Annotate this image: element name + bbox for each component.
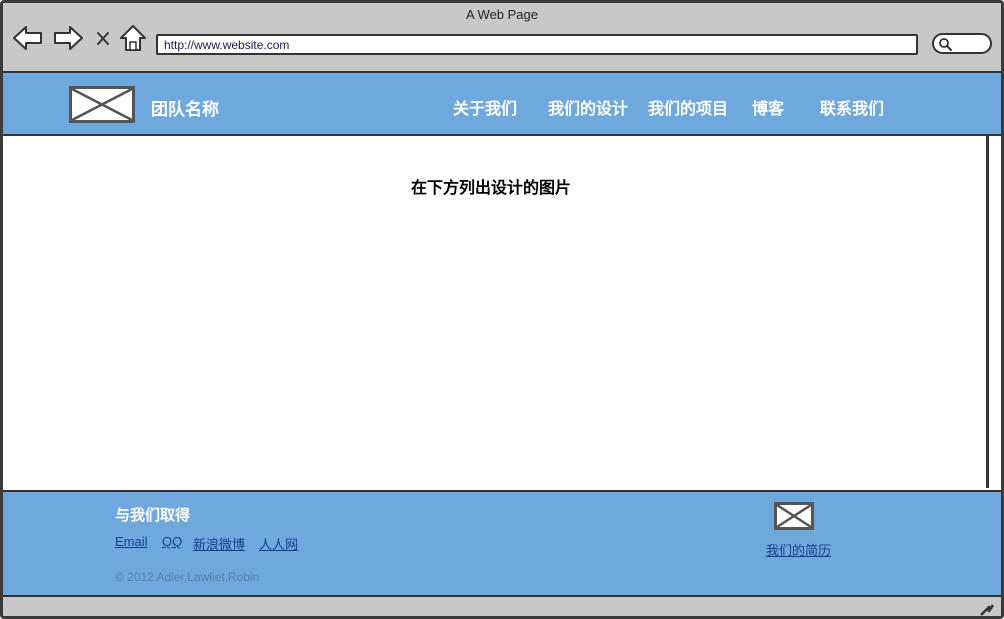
image-placeholder-icon (69, 86, 135, 123)
nav-designs[interactable]: 我们的设计 (548, 95, 628, 119)
logo-placeholder[interactable] (69, 86, 135, 123)
team-name[interactable]: 团队名称 (151, 95, 219, 120)
qq-link[interactable]: QQ (162, 534, 182, 549)
image-placeholder-icon (774, 502, 814, 530)
resize-grip-icon (980, 604, 995, 616)
search-box[interactable] (932, 33, 992, 54)
vertical-scrollbar[interactable] (986, 136, 1001, 488)
resume-link[interactable]: 我们的简历 (766, 540, 831, 559)
nav-projects[interactable]: 我们的项目 (648, 95, 728, 119)
close-icon (97, 32, 109, 45)
address-input[interactable] (164, 37, 904, 53)
address-bar (156, 34, 918, 55)
footer-heading: 与我们取得 (115, 506, 191, 524)
nav-blog[interactable]: 博客 (752, 95, 784, 119)
page-heading: 在下方列出设计的图片 (410, 178, 571, 197)
site-footer: 与我们取得 Email QQ 新浪微博 人人网 © 2012 Adler,Law… (3, 490, 1001, 597)
forward-button[interactable] (52, 23, 84, 53)
window-title: A Web Page (465, 7, 539, 22)
site-header: 团队名称 关于我们 我们的设计 我们的项目 博客 联系我们 (3, 73, 1001, 136)
copyright: © 2012 Adler,Lawliet,Robin (115, 570, 260, 584)
search-icon (939, 38, 952, 51)
nav-contact[interactable]: 联系我们 (820, 95, 884, 119)
resume-image-placeholder[interactable] (774, 502, 814, 530)
page-viewport: 团队名称 关于我们 我们的设计 我们的项目 博客 联系我们 在下方列出设计的图片… (3, 71, 1001, 597)
arrow-right-icon (54, 26, 83, 50)
stop-button[interactable] (93, 23, 113, 53)
nav-about[interactable]: 关于我们 (453, 95, 517, 119)
browser-chrome: A Web Page (3, 3, 1001, 71)
resize-grip[interactable] (979, 601, 995, 616)
home-button[interactable] (117, 23, 149, 53)
email-link[interactable]: Email (115, 534, 148, 549)
status-bar (3, 599, 1001, 616)
renren-link[interactable]: 人人网 (259, 534, 298, 553)
back-button[interactable] (12, 23, 44, 53)
weibo-link[interactable]: 新浪微博 (193, 534, 245, 553)
home-icon (120, 25, 146, 51)
browser-window: A Web Page http://www.website.com 团队名称 关… (0, 0, 1004, 619)
arrow-left-icon (13, 26, 42, 50)
